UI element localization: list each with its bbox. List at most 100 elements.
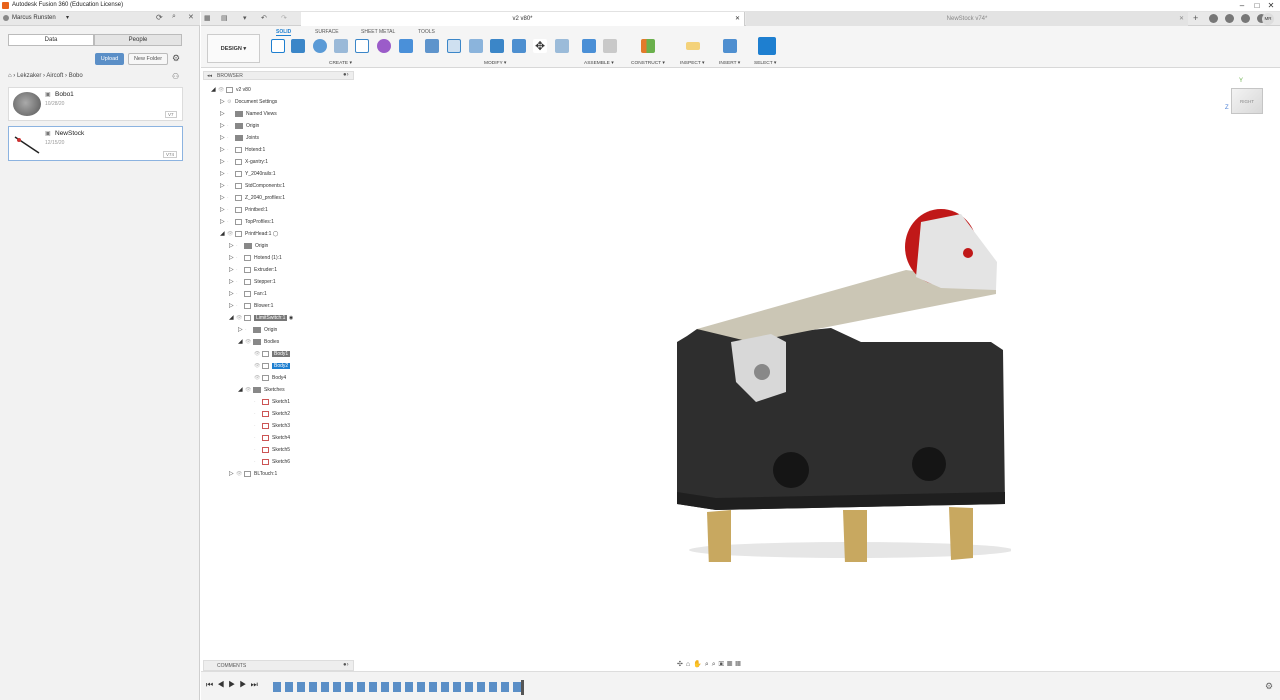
close-panel-icon[interactable]: ✕ [188,13,194,21]
doc-tab[interactable]: NewStock v74* ✕ [746,12,1188,26]
workspace-switcher[interactable]: DESIGN ▾ [207,34,260,63]
inspect-menu[interactable]: INSPECT ▾ [680,61,704,66]
notifications-icon[interactable] [1241,14,1250,23]
select-menu[interactable]: SELECT ▾ [754,61,776,66]
joint-icon[interactable] [603,39,617,53]
tree-item[interactable]: ▷ · StdComponents:1 [220,181,285,191]
grid-menu-icon[interactable]: ▦ [204,14,211,22]
scale-icon[interactable] [555,39,569,53]
save-icon[interactable]: ▾ [243,14,247,22]
tree-item[interactable]: ◢ 👁 Bodies [238,337,279,347]
tab-solid[interactable]: SOLID [276,29,292,36]
job-status-icon[interactable] [1225,14,1234,23]
timeline-settings-gear-icon[interactable]: ⚙ [1265,681,1273,692]
fit-icon[interactable]: ⌕ [712,661,719,668]
avatar[interactable]: MR [1262,13,1274,25]
tree-item[interactable]: ▷ · Hotend (1):1 [229,253,282,263]
new-folder-button[interactable]: New Folder [128,53,168,65]
tab-people[interactable]: People [94,34,182,46]
insert-image-icon[interactable] [723,39,737,53]
tree-item[interactable]: ▷ Named Views [220,109,277,119]
home-icon[interactable]: ⌂ [8,73,12,79]
hole-icon[interactable] [399,39,413,53]
tree-item-body[interactable]: 👁 Body4 [247,373,286,383]
close-tab-icon[interactable]: ✕ [735,12,740,26]
browser-options-icon[interactable]: ●› [343,72,349,78]
new-component-icon[interactable] [582,39,596,53]
tree-item-body[interactable]: 👁 Body1 [247,349,291,359]
tree-item[interactable]: ▷ · Fan:1 [229,289,267,299]
step-back-icon[interactable]: ◀ [217,680,228,689]
tree-item[interactable]: ▷ · Y_2040rails:1 [220,169,276,179]
orbit-icon[interactable]: ✣ [677,661,686,668]
tree-root[interactable]: ◢ 👁 v2 v80 [211,85,251,95]
tree-item[interactable]: ▷ · Extruder:1 [229,265,277,275]
extensions-icon[interactable] [1209,14,1218,23]
play-icon[interactable]: ▶ [228,680,239,689]
minimize-button[interactable]: – [1235,1,1249,10]
tree-item[interactable]: ▷ · Stepper:1 [229,277,276,287]
pan-icon[interactable]: ✋ [693,661,705,668]
tree-item-sketch[interactable]: · Sketch2 [247,409,290,419]
version-badge[interactable]: V7 [165,111,177,118]
tree-item-sketch[interactable]: · Sketch1 [247,397,290,407]
fillet-icon[interactable] [447,39,461,53]
viewcube[interactable]: Y Z RIGHT [1225,78,1273,118]
tab-surface[interactable]: SURFACE [315,29,339,35]
measure-icon[interactable] [686,42,700,50]
doc-tab-active[interactable]: v2 v80* ✕ [301,12,745,26]
move-icon[interactable]: ✥ [533,39,547,53]
offset-plane-icon[interactable] [641,39,655,53]
insert-menu[interactable]: INSERT ▾ [719,61,740,66]
file-card[interactable]: ▣ NewStock 12/15/20 V74 [8,126,183,161]
team-icon[interactable]: ⚇ [172,72,179,81]
viewcube-face[interactable]: RIGHT [1231,88,1263,114]
tree-item[interactable]: ▷ · Blower:1 [229,301,273,311]
display-settings-icon[interactable]: ▣ [719,661,727,668]
select-cursor-icon[interactable] [758,37,776,55]
construct-menu[interactable]: CONSTRUCT ▾ [631,61,665,66]
new-tab-icon[interactable]: + [1193,13,1198,23]
sweep-icon[interactable] [355,39,369,53]
create-menu[interactable]: CREATE ▾ [329,61,352,66]
tree-item[interactable]: ◢ 👁 PrintHead:1 ◯ [220,229,278,239]
close-tab-icon[interactable]: ✕ [1179,12,1184,26]
tab-data[interactable]: Data [8,34,94,46]
close-window-button[interactable]: ✕ [1264,1,1278,10]
skip-end-icon[interactable]: ⏭ [251,680,262,689]
combine-icon[interactable] [512,39,526,53]
tree-item[interactable]: ▷ · Printbed:1 [220,205,268,215]
shell-icon[interactable] [490,39,504,53]
file-card[interactable]: ▣ Bobo1 10/28/20 V7 [8,87,183,121]
upload-button[interactable]: Upload [95,53,124,65]
collapse-icon[interactable]: ◂◂ [207,73,212,79]
tree-item[interactable]: ▷ ⚙ Document Settings [220,97,277,107]
viewports-icon[interactable]: ▦ [735,661,743,668]
tree-item[interactable]: ▷ · Origin [238,325,277,335]
timeline-features[interactable] [273,682,525,692]
form-icon[interactable] [377,39,391,53]
tree-item[interactable]: ▷ · Hotend:1 [220,145,265,155]
modify-menu[interactable]: MODIFY ▾ [484,61,506,66]
file-menu-icon[interactable]: ▤ [221,14,228,22]
tree-item-sketch[interactable]: · Sketch6 [247,457,290,467]
redo-icon[interactable]: ↷ [281,14,287,22]
breadcrumb-item[interactable]: Bobo [69,73,83,79]
tree-item-sketch[interactable]: · Sketch4 [247,433,290,443]
tree-item[interactable]: ▷ · Origin [220,121,259,131]
create-sketch-icon[interactable] [271,39,285,53]
create-component-icon[interactable] [291,39,305,53]
tree-item[interactable]: ▷ 👁 BLTouch:1 [229,469,277,479]
tree-item[interactable]: ▷ · TopProfiles:1 [220,217,274,227]
breadcrumb-item[interactable]: Aircoft [46,73,63,79]
timeline-controls[interactable]: ⏮◀▶▶⏭ [206,680,262,690]
extrude-icon[interactable] [313,39,327,53]
chevron-down-icon[interactable]: ▾ [66,14,69,21]
refresh-icon[interactable]: ⟳ [156,13,163,22]
tab-sheet-metal[interactable]: SHEET METAL [361,29,395,35]
model-viewport[interactable] [671,192,1011,562]
tree-item-limitswitch[interactable]: ◢ 👁 LimitSwitch:1 ◉ [229,313,293,323]
user-name[interactable]: Marcus Runsten [12,15,56,21]
zoom-icon[interactable]: ⌕ [705,661,712,668]
tree-item[interactable]: ▷ · Origin [229,241,268,251]
